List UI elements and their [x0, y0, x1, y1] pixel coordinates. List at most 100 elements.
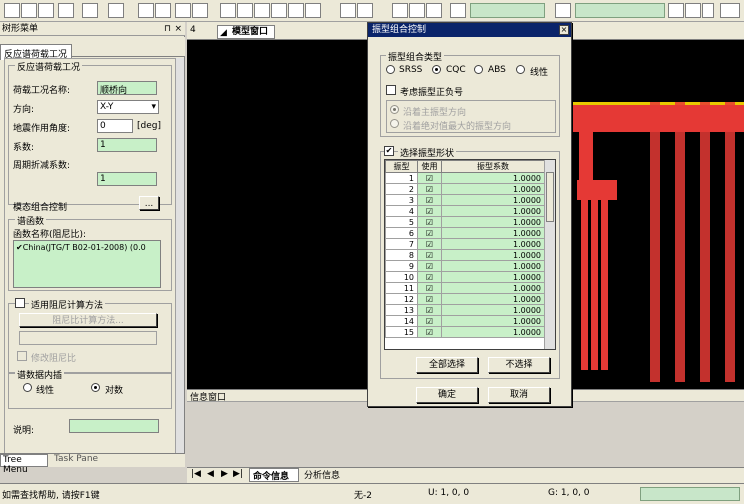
inactivate-icon[interactable] [409, 3, 425, 18]
new-file-icon[interactable] [4, 3, 20, 18]
mode-table[interactable]: 振型 使用 振型系数 1 ☑ 1.0000 2 ☑ 1.0000 3 ☑ 1.0000 4 ☑ 1.0… [384, 159, 556, 350]
load-case-name-field[interactable]: 顺桥向 [97, 81, 157, 95]
table-row[interactable]: 6 ☑ 1.0000 [385, 227, 545, 239]
mode-coef[interactable]: 1.0000 [441, 304, 545, 316]
use-checkbox[interactable]: ☑ [417, 260, 442, 272]
use-checkbox[interactable]: ☑ [417, 271, 442, 283]
unselect-icon[interactable] [305, 3, 321, 18]
interp-linear-radio[interactable] [23, 383, 32, 392]
unit-icon[interactable] [720, 3, 740, 18]
table-row[interactable]: 4 ☑ 1.0000 [385, 205, 545, 217]
table-row[interactable]: 11 ☑ 1.0000 [385, 282, 545, 294]
table-row[interactable]: 7 ☑ 1.0000 [385, 238, 545, 250]
use-checkbox[interactable]: ☑ [417, 172, 442, 184]
deselect-button[interactable]: 不选择 [488, 357, 550, 373]
tab-tree-menu[interactable]: Tree Menu [0, 454, 48, 475]
description-field[interactable] [69, 419, 159, 433]
use-checkbox[interactable]: ☑ [417, 194, 442, 206]
table-row[interactable]: 14 ☑ 1.0000 [385, 315, 545, 327]
table-row[interactable]: 9 ☑ 1.0000 [385, 260, 545, 272]
table-row[interactable]: 1 ☑ 1.0000 [385, 172, 545, 184]
display-icon[interactable] [340, 3, 356, 18]
table-scrollbar[interactable] [544, 160, 555, 349]
mode-coef[interactable]: 1.0000 [441, 183, 545, 195]
mesh-icon[interactable] [254, 3, 270, 18]
sign-opt2-radio[interactable] [390, 119, 399, 128]
close-icon[interactable] [58, 3, 74, 18]
linear-radio[interactable] [516, 65, 525, 74]
undo-icon[interactable] [82, 3, 98, 18]
mode-coef[interactable]: 1.0000 [441, 194, 545, 206]
window-select-icon[interactable] [288, 3, 304, 18]
tab-command-info[interactable]: 命令信息 [249, 468, 299, 482]
use-checkbox[interactable]: ☑ [417, 205, 442, 217]
use-checkbox[interactable]: ☑ [417, 315, 442, 327]
table-row[interactable]: 8 ☑ 1.0000 [385, 249, 545, 261]
mode-coef[interactable]: 1.0000 [441, 293, 545, 305]
mode-coef[interactable]: 1.0000 [441, 271, 545, 283]
damping-method-button[interactable]: 阻尼比计算方法... [19, 313, 157, 327]
units-box[interactable] [575, 3, 665, 18]
unlock-icon[interactable] [685, 3, 701, 18]
lock-icon[interactable] [668, 3, 684, 18]
use-checkbox[interactable]: ☑ [417, 227, 442, 239]
use-checkbox[interactable]: ☑ [417, 238, 442, 250]
mode-coef[interactable]: 1.0000 [441, 326, 545, 338]
table-row[interactable]: 12 ☑ 1.0000 [385, 293, 545, 305]
direction-select[interactable]: X-Y ▾ [97, 100, 159, 114]
factor-field[interactable]: 1 [97, 138, 157, 152]
mode-combination-button[interactable]: ... [139, 196, 159, 210]
damping-checkbox[interactable] [15, 298, 25, 308]
tab-model-window[interactable]: ◢ 模型窗口 [217, 25, 275, 39]
tab-task-pane[interactable]: Task Pane [52, 454, 102, 467]
cqc-radio[interactable] [432, 65, 441, 74]
mode-coef[interactable]: 1.0000 [441, 315, 545, 327]
close-icon[interactable]: × [559, 25, 569, 35]
table-row[interactable]: 5 ☑ 1.0000 [385, 216, 545, 228]
mode-coef[interactable]: 1.0000 [441, 260, 545, 272]
mode-coef[interactable]: 1.0000 [441, 238, 545, 250]
use-checkbox[interactable]: ☑ [417, 282, 442, 294]
print-icon[interactable] [138, 3, 154, 18]
use-checkbox[interactable]: ☑ [417, 249, 442, 261]
ok-button[interactable]: 确定 [416, 387, 478, 403]
info-window-content[interactable] [187, 403, 744, 455]
table-row[interactable]: 10 ☑ 1.0000 [385, 271, 545, 283]
scroll-thumb[interactable] [546, 172, 554, 222]
use-checkbox[interactable]: ☑ [417, 293, 442, 305]
panel-scrollbar[interactable] [176, 58, 184, 462]
close-panel-icon[interactable]: × [174, 22, 182, 36]
zoom-icon[interactable] [175, 3, 191, 18]
print-preview-icon[interactable] [155, 3, 171, 18]
srss-radio[interactable] [386, 65, 395, 74]
abs-radio[interactable] [474, 65, 483, 74]
table-row[interactable]: 2 ☑ 1.0000 [385, 183, 545, 195]
angle-field[interactable]: 0 [97, 119, 133, 133]
table-row[interactable]: 3 ☑ 1.0000 [385, 194, 545, 206]
select-icon[interactable] [271, 3, 287, 18]
scroll-next-icon[interactable]: ▶ [221, 469, 228, 479]
activate-icon[interactable] [392, 3, 408, 18]
mode-coef[interactable]: 1.0000 [441, 227, 545, 239]
mode-coef[interactable]: 1.0000 [441, 249, 545, 261]
select-mode-checkbox[interactable]: ✔ [384, 146, 394, 156]
modify-damping-checkbox[interactable] [17, 351, 27, 361]
period-field[interactable]: 1 [97, 172, 157, 186]
status-unit-box[interactable] [640, 487, 740, 501]
spectrum-list[interactable]: ✔China(JTG/T B02-01-2008) (0.0 [13, 240, 161, 288]
combo-box[interactable] [470, 3, 545, 18]
table-row[interactable]: 15 ☑ 1.0000 [385, 326, 545, 338]
interp-log-radio[interactable] [91, 383, 100, 392]
use-checkbox[interactable]: ☑ [417, 183, 442, 195]
mode-coef[interactable]: 1.0000 [441, 205, 545, 217]
mode-coef[interactable]: 1.0000 [441, 216, 545, 228]
node-icon[interactable] [220, 3, 236, 18]
grid-icon[interactable] [702, 3, 714, 18]
mode-coef[interactable]: 1.0000 [441, 172, 545, 184]
scroll-last-icon[interactable]: ▶| [233, 469, 243, 479]
pan-icon[interactable] [192, 3, 208, 18]
hidden-icon[interactable] [357, 3, 373, 18]
cancel-button[interactable]: 取消 [488, 387, 550, 403]
redo-icon[interactable] [108, 3, 124, 18]
use-checkbox[interactable]: ☑ [417, 326, 442, 338]
